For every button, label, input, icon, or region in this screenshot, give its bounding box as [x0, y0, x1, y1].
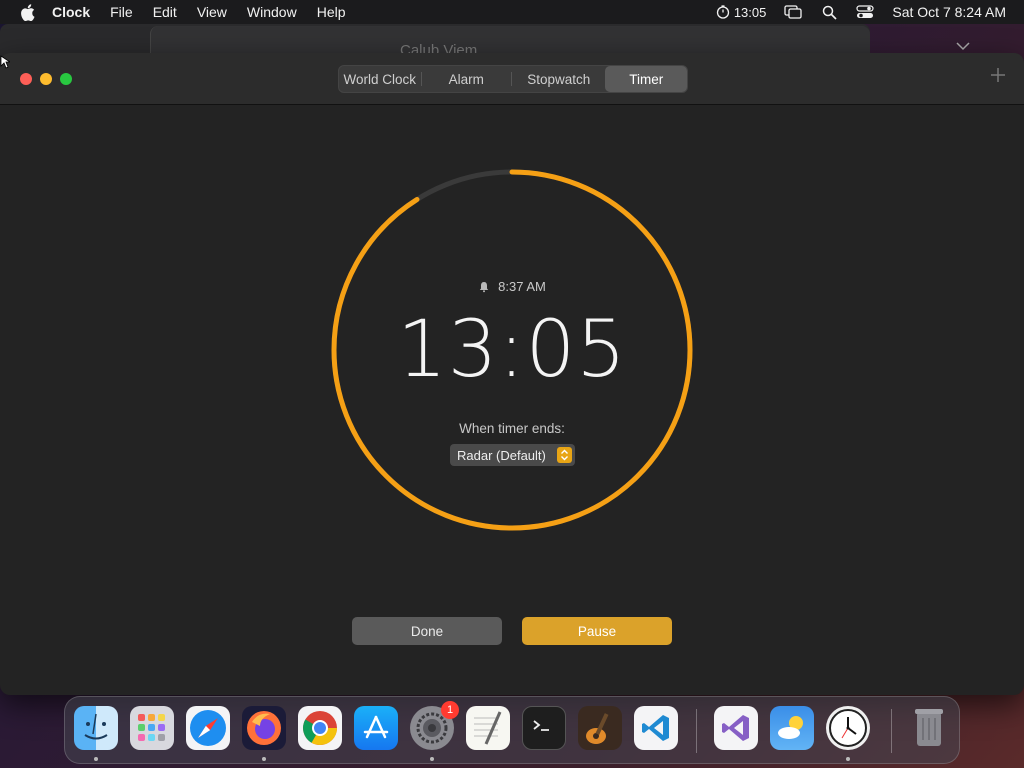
timer-sound-select[interactable]: Radar (Default) [450, 444, 575, 466]
menu-window[interactable]: Window [247, 4, 297, 20]
launchpad-icon[interactable] [130, 706, 174, 750]
popup-stepper-icon [557, 447, 572, 463]
minimize-button[interactable] [40, 73, 52, 85]
menu-bar: Clock File Edit View Window Help 13:05 S… [0, 0, 1024, 24]
menu-view[interactable]: View [197, 4, 227, 20]
tab-alarm[interactable]: Alarm [422, 66, 511, 92]
window-titlebar: World Clock Alarm Stopwatch Timer [0, 53, 1024, 105]
tab-world-clock[interactable]: World Clock [339, 66, 421, 92]
dock: 1 [64, 696, 960, 764]
weather-icon[interactable] [770, 706, 814, 750]
timer-status-item[interactable]: 13:05 [716, 4, 767, 20]
dock-separator [696, 709, 697, 753]
when-timer-ends-label: When timer ends: [459, 421, 565, 436]
chevron-down-icon[interactable] [956, 38, 970, 54]
running-indicator [846, 757, 850, 761]
terminal-icon[interactable] [522, 706, 566, 750]
add-icon[interactable] [990, 67, 1006, 83]
done-button[interactable]: Done [352, 617, 502, 645]
menu-app-name[interactable]: Clock [52, 4, 90, 20]
tab-bar: World Clock Alarm Stopwatch Timer [338, 65, 688, 93]
menu-help[interactable]: Help [317, 4, 346, 20]
running-indicator [430, 757, 434, 761]
apple-menu-icon[interactable] [18, 3, 36, 21]
chrome-icon[interactable] [298, 706, 342, 750]
notification-badge: 1 [441, 701, 459, 719]
timer-end-time: 8:37 AM [0, 279, 1024, 294]
garageband-icon[interactable] [578, 706, 622, 750]
control-center-icon[interactable] [856, 4, 874, 20]
pause-button[interactable]: Pause [522, 617, 672, 645]
vscode-icon[interactable] [634, 706, 678, 750]
screen-mirroring-icon[interactable] [784, 4, 803, 20]
menubar-datetime[interactable]: Sat Oct 7 8:24 AM [892, 4, 1006, 20]
timer-end-time-text: 8:37 AM [498, 279, 546, 294]
tab-timer[interactable]: Timer [605, 66, 688, 92]
app-store-icon[interactable] [354, 706, 398, 750]
firefox-icon[interactable] [242, 706, 286, 750]
clock-window: World Clock Alarm Stopwatch Timer 8:37 A… [0, 53, 1024, 695]
timer-countdown: 13:05 [397, 305, 627, 395]
clock-icon[interactable] [826, 706, 870, 750]
running-indicator [94, 757, 98, 761]
timer-status-text: 13:05 [733, 4, 767, 20]
running-indicator [262, 757, 266, 761]
visual-studio-icon[interactable] [714, 706, 758, 750]
menu-edit[interactable]: Edit [153, 4, 177, 20]
timer-sound-value: Radar (Default) [457, 447, 546, 463]
close-button[interactable] [20, 73, 32, 85]
dock-separator [891, 709, 892, 753]
tab-stopwatch[interactable]: Stopwatch [512, 66, 605, 92]
textedit-icon[interactable] [466, 706, 510, 750]
safari-icon[interactable] [186, 706, 230, 750]
zoom-button[interactable] [60, 73, 72, 85]
spotlight-search-icon[interactable] [820, 4, 838, 20]
finder-icon[interactable] [74, 706, 118, 750]
timer-status-icon [716, 5, 729, 19]
trash-icon[interactable] [907, 706, 951, 750]
menu-file[interactable]: File [110, 4, 133, 20]
bell-icon [479, 281, 489, 292]
mouse-cursor-icon [0, 55, 10, 69]
